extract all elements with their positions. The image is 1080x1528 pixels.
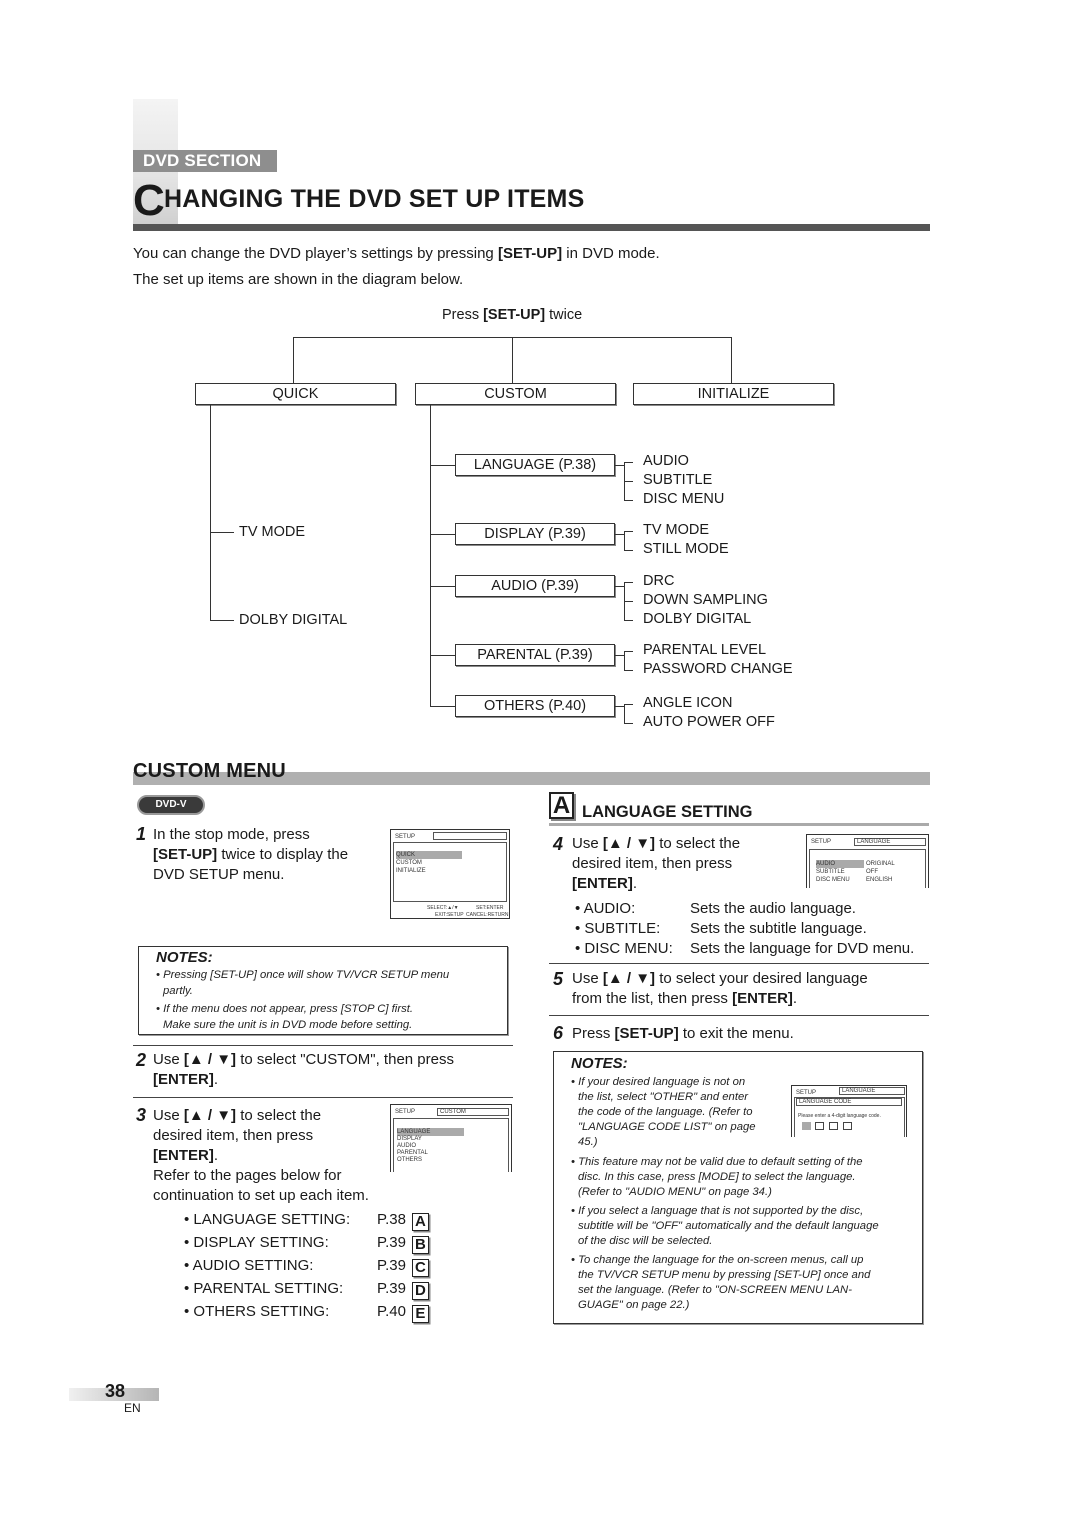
divider [549, 1015, 929, 1016]
divider [549, 963, 929, 964]
diagram-node-parental: PARENTAL (P.39) [455, 644, 615, 666]
divider [133, 1097, 513, 1098]
dvd-v-badge: DVD-V [137, 795, 205, 815]
step-5-number: 5 [553, 969, 564, 989]
leaf-down-sampling: DOWN SAMPLING [643, 592, 768, 608]
letter-a-icon: A [411, 1213, 429, 1231]
letter-e-icon: E [411, 1305, 429, 1323]
letter-c-icon: C [411, 1259, 429, 1277]
screen-custom-menu: SETUP CUSTOM LANGUAGE DISPLAY AUDIO PARE… [390, 1104, 512, 1172]
screen-language-code: SETUP LANGUAGE LANGUAGE CODE Please ente… [791, 1085, 907, 1137]
language-item-audio: • AUDIO: Sets the audio language. [575, 900, 856, 917]
diagram-node-display: DISPLAY (P.39) [455, 523, 615, 545]
step-5-text: Use [▲ / ▼] to select your desired langu… [572, 970, 868, 1007]
step-2-text: Use [▲ / ▼] to select "CUSTOM", then pre… [153, 1051, 454, 1088]
setting-link-others[interactable]: • OTHERS SETTING: P.40 E [184, 1302, 429, 1323]
setting-link-language[interactable]: • LANGUAGE SETTING: P.38 A [184, 1210, 429, 1231]
step-1-text: In the stop mode, press [SET-UP] twice t… [153, 826, 349, 883]
code-digit-box [843, 1122, 852, 1130]
code-digit-box [802, 1122, 811, 1130]
screen-setup-menu: SETUP QUICK CUSTOM INITIALIZE SELECT:▲/▼… [390, 829, 510, 919]
language-setting-heading: LANGUAGE SETTING [582, 803, 753, 821]
leaf-parental-level: PARENTAL LEVEL [643, 642, 767, 658]
leaf-tv-mode: TV MODE [643, 522, 710, 538]
language-item-disc-menu: • DISC MENU: Sets the language for DVD me… [575, 940, 915, 957]
section-letter-a-icon: A [549, 792, 574, 819]
step-6-number: 6 [553, 1023, 564, 1043]
letter-b-icon: B [411, 1236, 429, 1254]
leaf-auto-power-off: AUTO POWER OFF [643, 714, 775, 730]
quick-item-tv-mode: TV MODE [239, 524, 306, 540]
setting-link-display[interactable]: • DISPLAY SETTING: P.39 B [184, 1233, 429, 1254]
leaf-disc-menu: DISC MENU [643, 491, 725, 507]
step-4-number: 4 [553, 834, 564, 854]
page-number: 38 [105, 1381, 126, 1401]
screen-language-menu: SETUP LANGUAGE AUDIO ORIGINAL SUBTITLE O… [806, 834, 929, 888]
step-4-text: Use [▲ / ▼] to select the desired item, … [572, 835, 741, 892]
diagram-node-quick: QUICK [195, 383, 396, 405]
notes-box-1: NOTES: • Pressing [SET-UP] once will sho… [138, 946, 508, 1035]
leaf-still-mode: STILL MODE [643, 541, 729, 557]
diagram-node-audio: AUDIO (P.39) [455, 575, 615, 597]
divider [133, 1045, 513, 1046]
setup-items-diagram: Press [SET-UP] twice QUICK CUSTOM INITIA… [0, 0, 1080, 760]
diagram-node-others: OTHERS (P.40) [455, 695, 615, 717]
language-setting-rule [549, 823, 929, 826]
diagram-root-label: Press [SET-UP] twice [442, 307, 583, 323]
diagram-node-language: LANGUAGE (P.38) [455, 454, 615, 476]
diagram-node-initialize: INITIALIZE [633, 383, 834, 405]
page-language: EN [124, 1401, 141, 1415]
step-3-number: 3 [136, 1105, 147, 1125]
code-digit-box [815, 1122, 824, 1130]
leaf-audio: AUDIO [643, 453, 689, 469]
step-3-text: Use [▲ / ▼] to select the desired item, … [153, 1107, 369, 1204]
leaf-drc: DRC [643, 573, 675, 589]
language-item-subtitle: • SUBTITLE: Sets the subtitle language. [575, 920, 867, 937]
quick-item-dolby-digital: DOLBY DIGITAL [239, 612, 348, 628]
diagram-node-custom: CUSTOM [415, 383, 616, 405]
step-1-number: 1 [136, 824, 147, 844]
leaf-angle-icon: ANGLE ICON [643, 695, 733, 711]
letter-d-icon: D [411, 1282, 429, 1300]
code-digit-box [829, 1122, 838, 1130]
setting-link-parental[interactable]: • PARENTAL SETTING: P.39 D [184, 1279, 429, 1300]
step-6-text: Press [SET-UP] to exit the menu. [572, 1025, 794, 1042]
leaf-dolby-digital: DOLBY DIGITAL [643, 611, 752, 627]
custom-menu-heading: CUSTOM MENU [133, 760, 286, 782]
leaf-password-change: PASSWORD CHANGE [643, 661, 793, 677]
step-2-number: 2 [136, 1050, 147, 1070]
leaf-subtitle: SUBTITLE [643, 472, 713, 488]
setting-link-audio[interactable]: • AUDIO SETTING: P.39 C [184, 1256, 429, 1277]
